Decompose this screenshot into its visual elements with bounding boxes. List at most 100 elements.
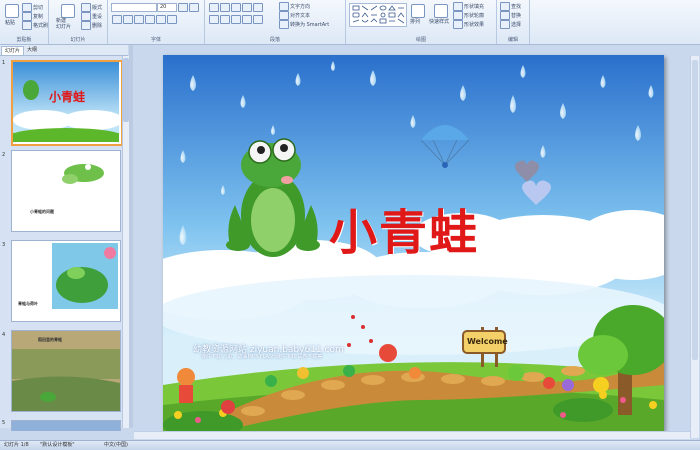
select-button[interactable]: 选择 xyxy=(500,20,521,29)
effects-icon xyxy=(453,20,463,29)
new-slide-icon[interactable] xyxy=(61,4,75,18)
font-color-icon[interactable] xyxy=(167,15,177,24)
editor-horizontal-scrollbar[interactable] xyxy=(134,431,690,439)
grow-font-icon[interactable] xyxy=(178,3,200,12)
format-painter-button[interactable]: 格式刷 xyxy=(22,21,48,30)
clipboard-label: 剪贴板 xyxy=(16,37,32,43)
arrange-icon[interactable] xyxy=(411,4,425,18)
font-size-combo[interactable]: 20 xyxy=(157,3,177,12)
layout-label: 版式 xyxy=(92,5,103,11)
arrange-button[interactable]: 排列 xyxy=(410,18,420,25)
delete-icon xyxy=(81,21,91,30)
smartart-icon xyxy=(279,20,289,29)
reset-button[interactable]: 重设 xyxy=(81,12,102,21)
pane-splitter[interactable] xyxy=(129,45,133,428)
text-direction-button[interactable]: 文字方向 xyxy=(279,2,310,11)
copy-label: 复制 xyxy=(33,14,44,20)
thumbnail-slide-5[interactable] xyxy=(11,420,121,431)
paragraph-label: 段落 xyxy=(269,37,280,43)
shape-outline-label: 形状轮廓 xyxy=(464,13,485,19)
thumbnail-slide-4[interactable]: 稻田里的青蛙 xyxy=(11,330,121,412)
find-button[interactable]: 查找 xyxy=(500,2,521,11)
align-text-button[interactable]: 对齐文本 xyxy=(279,11,310,20)
new-slide-button[interactable]: 新建 幻灯片 xyxy=(56,18,71,30)
text-direction-icon xyxy=(279,2,289,11)
shape-effects-button[interactable]: 形状效果 xyxy=(453,20,484,29)
editing-group: 查找 替换 选择 编辑 xyxy=(497,0,530,44)
thumbnail-4-caption: 稻田里的青蛙 xyxy=(38,337,62,342)
slide-canvas[interactable]: 小青蛙 幼教资源网站 ziyuan.baby611.com 课件下载 儿歌、故事… xyxy=(163,55,664,431)
strikethrough-icon[interactable] xyxy=(145,15,155,24)
layout-button[interactable]: 版式 xyxy=(81,3,102,12)
drawing-group: 排列 快速样式 形状填充 形状轮廓 形状效果 绘图 xyxy=(346,0,497,44)
italic-icon[interactable] xyxy=(123,15,133,24)
paragraph-group: 文字方向 对齐文本 转换为 SmartArt 段落 xyxy=(205,0,346,44)
shapes-gallery[interactable] xyxy=(349,3,407,27)
clipboard-group: 粘贴 剪切 复制 格式刷 剪贴板 xyxy=(0,0,49,44)
shapes-gallery-icons xyxy=(352,5,405,24)
editor-vertical-scrollbar[interactable] xyxy=(690,56,699,438)
delete-slide-button[interactable]: 删除 xyxy=(81,21,102,30)
increase-indent-icon[interactable] xyxy=(242,3,252,12)
layout-icon xyxy=(81,3,91,12)
editor-scroll-thumb[interactable] xyxy=(692,60,698,360)
bold-icon[interactable] xyxy=(112,15,122,24)
drawing-label: 绘图 xyxy=(415,37,426,43)
tab-slides[interactable]: 幻灯片 xyxy=(1,46,25,55)
shape-fill-label: 形状填充 xyxy=(464,4,485,10)
shape-outline-button[interactable]: 形状轮廓 xyxy=(453,11,484,20)
thumbnail-scrollbar[interactable] xyxy=(122,56,129,428)
thumbnail-slide-3[interactable]: 青蛙与荷叶 xyxy=(11,240,121,322)
tab-outline[interactable]: 大纲 xyxy=(24,46,40,54)
font-name-combo[interactable] xyxy=(111,3,157,12)
bullets-icon[interactable] xyxy=(209,3,219,12)
font-grow-glyph-icon xyxy=(178,3,188,12)
panel-tabs: 幻灯片 大纲 xyxy=(0,45,128,56)
cut-button[interactable]: 剪切 xyxy=(22,3,43,12)
align-center-icon[interactable] xyxy=(220,15,230,24)
slides-group: 新建 幻灯片 版式 重设 删除 幻灯片 xyxy=(49,0,108,44)
shadow-icon[interactable] xyxy=(156,15,166,24)
thumbnail-2-caption: 小青蛙的问题 xyxy=(30,209,54,214)
slides-label: 幻灯片 xyxy=(70,37,86,43)
convert-smartart-button[interactable]: 转换为 SmartArt xyxy=(279,20,329,29)
decrease-indent-icon[interactable] xyxy=(231,3,241,12)
thumbnail-4-image xyxy=(12,331,120,411)
font-shrink-glyph-icon xyxy=(189,3,199,12)
underline-icon[interactable] xyxy=(134,15,144,24)
replace-button[interactable]: 替换 xyxy=(500,11,521,20)
find-label: 查找 xyxy=(511,4,522,10)
line-spacing-icon[interactable] xyxy=(253,3,263,12)
columns-icon[interactable] xyxy=(253,15,263,24)
thumb-number: 2 xyxy=(2,152,6,158)
delete-label: 删除 xyxy=(92,23,103,29)
justify-icon[interactable] xyxy=(242,15,252,24)
quick-styles-button[interactable]: 快速样式 xyxy=(429,18,449,25)
numbering-icon[interactable] xyxy=(220,3,230,12)
font-style-buttons[interactable] xyxy=(112,15,178,24)
convert-smartart-label: 转换为 SmartArt xyxy=(290,22,330,28)
align-buttons[interactable] xyxy=(209,15,264,24)
align-text-label: 对齐文本 xyxy=(290,13,311,19)
paste-button[interactable]: 粘贴 xyxy=(5,19,15,26)
shape-effects-label: 形状效果 xyxy=(464,22,485,28)
shape-fill-button[interactable]: 形状填充 xyxy=(453,2,484,11)
scissors-icon xyxy=(22,3,32,12)
thumbnail-slide-1[interactable]: 小青蛙 xyxy=(11,60,123,146)
paint-bucket-icon xyxy=(453,2,463,11)
align-right-icon[interactable] xyxy=(231,15,241,24)
thumb-number: 3 xyxy=(2,242,6,248)
quick-styles-icon[interactable] xyxy=(434,4,448,18)
brush-icon xyxy=(22,21,32,30)
slide-title[interactable]: 小青蛙 xyxy=(329,193,479,263)
copy-button[interactable]: 复制 xyxy=(22,12,43,21)
font-group: 20 字体 xyxy=(108,0,205,44)
align-left-icon[interactable] xyxy=(209,15,219,24)
paste-icon[interactable] xyxy=(5,4,19,18)
font-label: 字体 xyxy=(150,37,161,43)
list-buttons[interactable] xyxy=(209,3,264,12)
thumb-number: 5 xyxy=(2,420,6,426)
thumbnail-slide-2[interactable]: 小青蛙的问题 xyxy=(11,150,121,232)
thumbnail-1-title: 小青蛙 xyxy=(49,90,86,104)
replace-icon xyxy=(500,11,510,20)
